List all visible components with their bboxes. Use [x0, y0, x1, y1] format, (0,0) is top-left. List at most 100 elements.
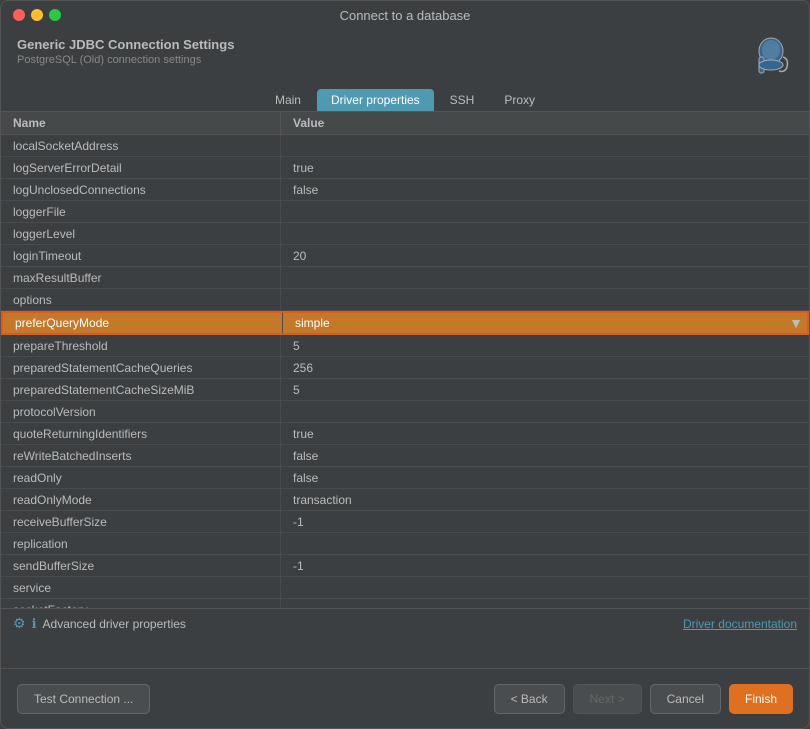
spacer-area — [1, 638, 809, 668]
postgresql-icon — [749, 37, 793, 81]
cell-value: 256 — [281, 357, 809, 378]
cell-value — [281, 533, 809, 554]
cell-name: socketFactory — [1, 599, 281, 608]
cell-value: false — [281, 445, 809, 466]
cell-value: true — [281, 423, 809, 444]
cell-name: logUnclosedConnections — [1, 179, 281, 200]
info-icon: ℹ — [32, 616, 37, 632]
test-connection-button[interactable]: Test Connection ... — [17, 684, 150, 714]
cell-name: reWriteBatchedInserts — [1, 445, 281, 466]
tab-proxy[interactable]: Proxy — [490, 89, 549, 111]
cell-name: quoteReturningIdentifiers — [1, 423, 281, 444]
table-row[interactable]: preparedStatementCacheSizeMiB5 — [1, 379, 809, 401]
tab-driver-properties[interactable]: Driver properties — [317, 89, 434, 111]
traffic-lights — [13, 9, 61, 21]
cell-value: -1 — [281, 555, 809, 576]
dialog-title: Generic JDBC Connection Settings — [17, 37, 234, 52]
table-header-row: Name Value — [1, 112, 809, 135]
table-row[interactable]: protocolVersion — [1, 401, 809, 423]
cell-name: maxResultBuffer — [1, 267, 281, 288]
cell-name: logServerErrorDetail — [1, 157, 281, 178]
table-row[interactable]: quoteReturningIdentifierstrue — [1, 423, 809, 445]
table-row[interactable]: localSocketAddress — [1, 135, 809, 157]
back-button[interactable]: < Back — [494, 684, 565, 714]
cell-name: preparedStatementCacheSizeMiB — [1, 379, 281, 400]
cell-name: prepareThreshold — [1, 335, 281, 356]
finish-button[interactable]: Finish — [729, 684, 793, 714]
button-bar: Test Connection ... < Back Next > Cancel… — [1, 668, 809, 728]
cell-value — [281, 577, 809, 598]
cell-value — [281, 223, 809, 244]
cell-value — [281, 201, 809, 222]
table-row[interactable]: readOnlyModetransaction — [1, 489, 809, 511]
driver-documentation-link[interactable]: Driver documentation — [683, 617, 797, 631]
table-row[interactable]: replication — [1, 533, 809, 555]
table-row[interactable]: loggerLevel — [1, 223, 809, 245]
cell-name: receiveBufferSize — [1, 511, 281, 532]
tab-bar: Main Driver properties SSH Proxy — [1, 81, 809, 111]
cell-value: 5 — [281, 335, 809, 356]
cell-value: 5 — [281, 379, 809, 400]
dialog-header: Generic JDBC Connection Settings Postgre… — [1, 29, 809, 81]
title-bar: Connect to a database — [1, 1, 809, 29]
table-row[interactable]: receiveBufferSize-1 — [1, 511, 809, 533]
cell-value: false — [281, 467, 809, 488]
cell-value: transaction — [281, 489, 809, 510]
table-row[interactable]: readOnlyfalse — [1, 467, 809, 489]
cell-name: protocolVersion — [1, 401, 281, 422]
minimize-button[interactable] — [31, 9, 43, 21]
table-row[interactable]: loggerFile — [1, 201, 809, 223]
cell-name: replication — [1, 533, 281, 554]
col-name-header: Name — [1, 112, 281, 134]
table-row[interactable]: socketFactory — [1, 599, 809, 608]
table-row[interactable]: prepareThreshold5 — [1, 335, 809, 357]
cell-name: sendBufferSize — [1, 555, 281, 576]
advanced-properties-label[interactable]: Advanced driver properties — [43, 617, 186, 631]
cell-value: -1 — [281, 511, 809, 532]
tab-ssh[interactable]: SSH — [436, 89, 489, 111]
properties-table: Name Value localSocketAddresslogServerEr… — [1, 111, 809, 608]
footer-bar: ⚙ ℹ Advanced driver properties Driver do… — [1, 608, 809, 638]
footer-left: ⚙ ℹ Advanced driver properties — [13, 615, 186, 632]
cell-name: localSocketAddress — [1, 135, 281, 156]
table-row[interactable]: reWriteBatchedInsertsfalse — [1, 445, 809, 467]
window-title: Connect to a database — [340, 8, 471, 23]
cell-value — [281, 135, 809, 156]
cell-name: options — [1, 289, 281, 310]
table-row[interactable]: maxResultBuffer — [1, 267, 809, 289]
cell-value — [281, 267, 809, 288]
cell-name: readOnly — [1, 467, 281, 488]
dropdown-arrow-icon[interactable]: ▼ — [789, 315, 803, 331]
col-value-header: Value — [281, 112, 809, 134]
dialog-window: Connect to a database Generic JDBC Conne… — [0, 0, 810, 729]
table-row[interactable]: logServerErrorDetailtrue — [1, 157, 809, 179]
cell-value: true — [281, 157, 809, 178]
table-body[interactable]: localSocketAddresslogServerErrorDetailtr… — [1, 135, 809, 608]
cell-value: 20 — [281, 245, 809, 266]
table-row[interactable]: options — [1, 289, 809, 311]
cell-name: loggerLevel — [1, 223, 281, 244]
close-button[interactable] — [13, 9, 25, 21]
cell-name: loginTimeout — [1, 245, 281, 266]
cell-name: preferQueryMode — [3, 313, 283, 333]
table-row[interactable]: preparedStatementCacheQueries256 — [1, 357, 809, 379]
cell-value — [281, 599, 809, 608]
table-row[interactable]: service — [1, 577, 809, 599]
table-row[interactable]: preferQueryModesimple▼ — [1, 311, 809, 335]
cell-value — [281, 401, 809, 422]
cell-value — [281, 289, 809, 310]
table-row[interactable]: loginTimeout20 — [1, 245, 809, 267]
cell-name: service — [1, 577, 281, 598]
cell-name: readOnlyMode — [1, 489, 281, 510]
next-button[interactable]: Next > — [573, 684, 642, 714]
cell-value[interactable]: simple▼ — [283, 313, 807, 333]
settings-icon: ⚙ — [13, 615, 26, 632]
header-text-block: Generic JDBC Connection Settings Postgre… — [17, 37, 234, 66]
table-row[interactable]: logUnclosedConnectionsfalse — [1, 179, 809, 201]
tab-main[interactable]: Main — [261, 89, 315, 111]
dialog-subtitle: PostgreSQL (Old) connection settings — [17, 54, 234, 66]
table-row[interactable]: sendBufferSize-1 — [1, 555, 809, 577]
maximize-button[interactable] — [49, 9, 61, 21]
cancel-button[interactable]: Cancel — [650, 684, 721, 714]
cell-value: false — [281, 179, 809, 200]
